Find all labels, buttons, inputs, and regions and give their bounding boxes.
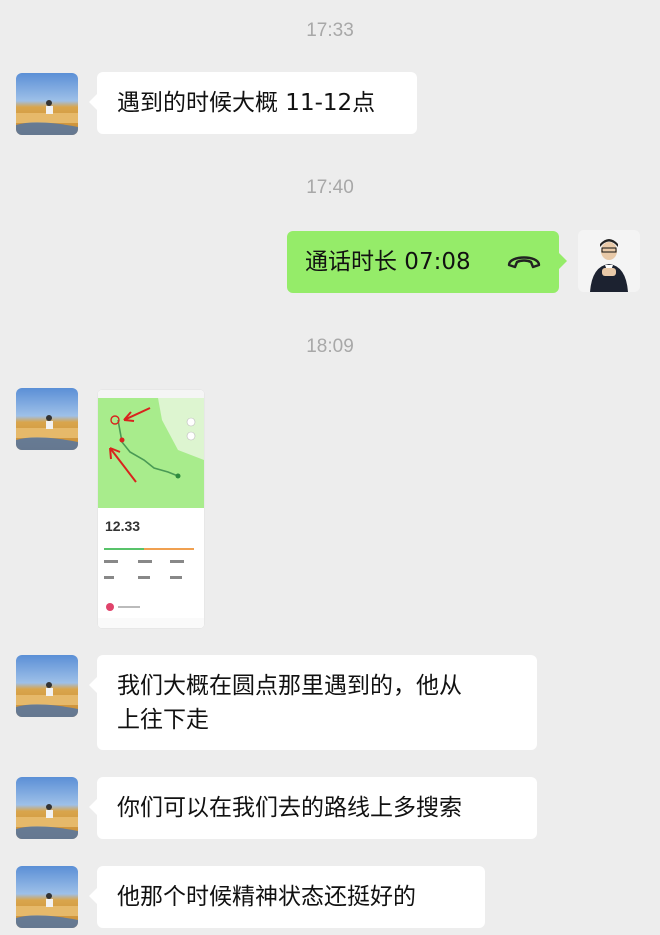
call-record-bubble[interactable]: 通话时长 07:08 (287, 231, 567, 293)
route-map (98, 390, 204, 628)
message-bubble[interactable]: 遇到的时候大概 11-12点 (89, 72, 417, 134)
my-avatar[interactable] (578, 230, 640, 292)
message-text: 他那个时候精神状态还挺好的 (117, 884, 416, 910)
route-screenshot-image[interactable]: 12.33 (98, 390, 204, 628)
message-text: 你们可以在我们去的路线上多搜索 (117, 795, 462, 821)
message-text: 遇到的时候大概 11-12点 (117, 90, 376, 116)
call-duration-text: 通话时长 07:08 (305, 249, 471, 275)
timestamp: 18:09 (306, 336, 354, 357)
contact-avatar[interactable] (16, 777, 78, 839)
timestamp: 17:33 (306, 20, 354, 41)
message-bubble[interactable]: 你们可以在我们去的路线上多搜索 (89, 777, 537, 839)
distance-value: 12.33 (105, 518, 141, 534)
message-text: 上往下走 (117, 707, 209, 733)
contact-avatar[interactable] (16, 388, 78, 450)
timestamp: 17:40 (306, 177, 354, 198)
message-bubble[interactable]: 他那个时候精神状态还挺好的 (89, 866, 485, 928)
contact-avatar[interactable] (16, 73, 78, 135)
contact-avatar[interactable] (16, 866, 78, 928)
message-bubble[interactable]: 我们大概在圆点那里遇到的，他从 上往下走 (89, 655, 537, 750)
message-text: 我们大概在圆点那里遇到的，他从 (117, 673, 462, 699)
phone-hangup-icon (505, 249, 543, 283)
contact-avatar[interactable] (16, 655, 78, 717)
